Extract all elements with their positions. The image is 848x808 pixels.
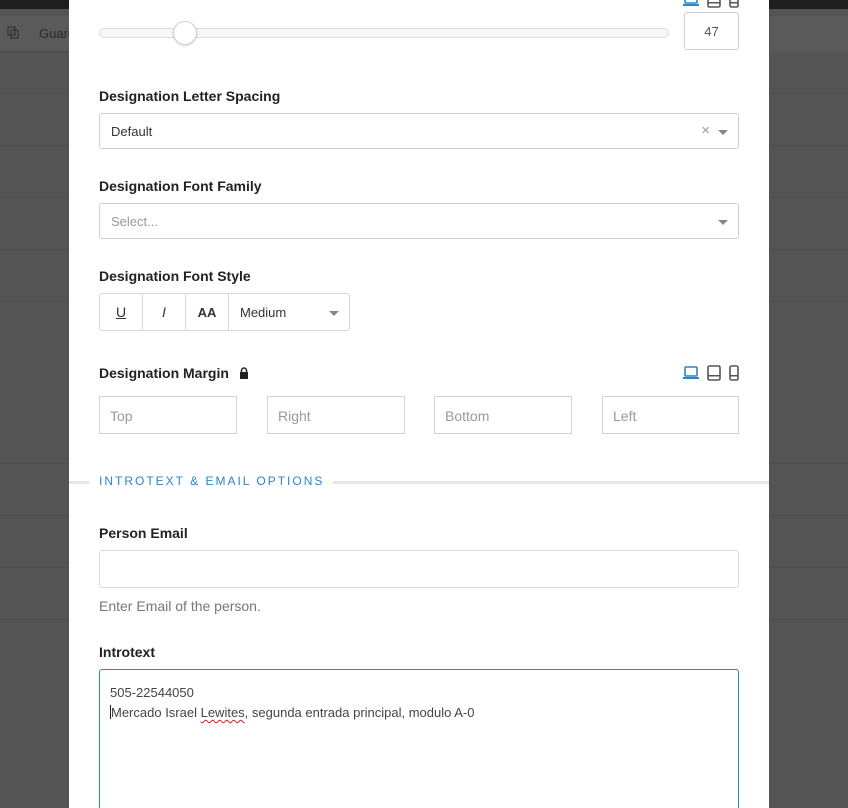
misspelled-word[interactable]: Lewites	[201, 705, 245, 720]
desktop-icon[interactable]	[683, 366, 699, 385]
margin-label-text: Designation Margin	[99, 365, 229, 381]
font-size-slider-handle[interactable]	[173, 21, 197, 45]
chevron-down-icon[interactable]	[718, 220, 728, 225]
person-email-input[interactable]	[99, 550, 739, 588]
margin-right-placeholder: Right	[278, 408, 311, 424]
font-weight-select[interactable]: Medium	[229, 294, 349, 330]
clear-icon[interactable]: ×	[701, 122, 710, 139]
font-weight-value: Medium	[240, 305, 287, 320]
chevron-down-icon[interactable]	[329, 311, 339, 316]
introtext-line-1: 505-22544050	[110, 685, 194, 700]
section-title[interactable]: INTROTEXT & EMAIL OPTIONS	[99, 474, 324, 488]
introtext-textarea[interactable]: 505-22544050 Mercado Israel Lewites, seg…	[99, 669, 739, 808]
font-family-select[interactable]: Select...	[99, 203, 739, 239]
font-family-placeholder: Select...	[111, 214, 158, 229]
introtext-line-2-end: , segunda entrada principal, modulo A-0	[244, 705, 475, 720]
uppercase-button[interactable]: AA	[186, 294, 229, 330]
chevron-down-icon[interactable]	[718, 130, 728, 135]
tablet-icon[interactable]	[707, 365, 721, 386]
margin-top-placeholder: Top	[110, 408, 133, 424]
margin-bottom-placeholder: Bottom	[445, 408, 490, 424]
section-line-right	[333, 481, 769, 484]
font-size-value-input[interactable]: 47	[684, 12, 739, 50]
margin-label: Designation Margin	[99, 365, 249, 382]
introtext-line-2: Mercado Israel Lewites, segunda entrada …	[110, 703, 728, 723]
desktop-icon[interactable]	[683, 0, 699, 12]
font-style-group: U I AA Medium	[99, 293, 350, 331]
person-email-help: Enter Email of the person.	[99, 598, 261, 614]
section-divider: INTROTEXT & EMAIL OPTIONS	[69, 472, 769, 492]
mobile-icon[interactable]	[729, 365, 739, 386]
font-style-label: Designation Font Style	[99, 268, 251, 284]
letter-spacing-label: Designation Letter Spacing	[99, 88, 281, 104]
background-right-panel	[770, 16, 848, 52]
settings-modal: 47 Designation Letter Spacing Default × …	[69, 0, 769, 808]
margin-top-input[interactable]: Top	[99, 396, 237, 434]
margin-bottom-input[interactable]: Bottom	[434, 396, 572, 434]
italic-button[interactable]: I	[143, 294, 186, 330]
margin-device-switcher	[683, 365, 739, 386]
copy-icon	[7, 26, 21, 40]
lock-icon[interactable]	[239, 366, 249, 382]
person-email-label: Person Email	[99, 525, 188, 541]
font-family-label: Designation Font Family	[99, 178, 262, 194]
introtext-label: Introtext	[99, 644, 155, 660]
margin-left-placeholder: Left	[613, 408, 637, 424]
underline-button[interactable]: U	[100, 294, 143, 330]
section-line-left	[69, 481, 89, 484]
margin-left-input[interactable]: Left	[602, 396, 739, 434]
letter-spacing-value: Default	[111, 124, 153, 139]
background-toolbar: Guard	[0, 16, 75, 52]
margin-right-input[interactable]: Right	[267, 396, 405, 434]
letter-spacing-select[interactable]: Default ×	[99, 113, 739, 149]
introtext-line-2-start: Mercado Israel	[111, 705, 201, 720]
